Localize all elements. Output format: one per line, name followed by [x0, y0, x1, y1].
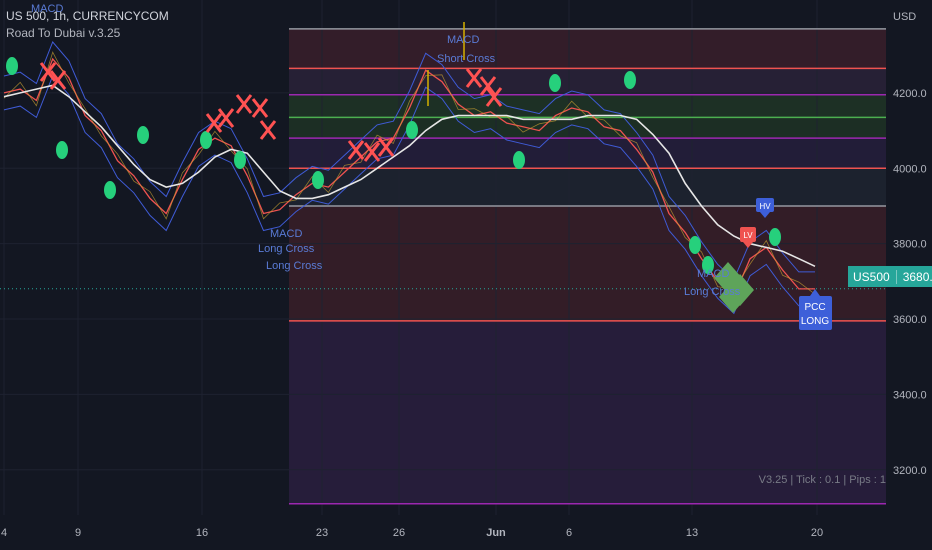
macd-label: MACD — [270, 228, 302, 240]
time-tick-label: 26 — [393, 527, 405, 539]
buy-signal-dot — [56, 141, 68, 159]
time-tick-label: 16 — [196, 527, 208, 539]
price-tag-symbol: US500 — [848, 269, 897, 284]
long-cross-label: Long Cross — [258, 243, 315, 255]
time-tick-label: 13 — [686, 527, 698, 539]
buy-signal-dot — [624, 71, 636, 89]
buy-signal-dot — [137, 126, 149, 144]
level-zone — [289, 168, 886, 206]
buy-signal-dot — [234, 151, 246, 169]
level-zone — [289, 94, 886, 118]
time-tick-label: 6 — [566, 527, 572, 539]
level-zones — [289, 28, 886, 504]
price-tick-label: 3200.0 — [893, 465, 927, 477]
svg-text:HV: HV — [759, 202, 771, 211]
macd-label: MACD — [447, 34, 479, 46]
time-tick-label: 4 — [1, 527, 7, 539]
price-tick-label: 4000.0 — [893, 163, 927, 175]
macd-label: MACD — [697, 268, 729, 280]
buy-signal-dot — [769, 228, 781, 246]
buy-signal-dot — [6, 57, 18, 75]
time-tick-label: Jun — [486, 527, 506, 539]
buy-signal-dot — [513, 151, 525, 169]
time-tick-label: 9 — [75, 527, 81, 539]
time-axis: 4 9 16 23 26 Jun 6 13 20 — [1, 527, 823, 539]
buy-signal-dot — [104, 181, 116, 199]
level-zone — [289, 117, 886, 139]
long-cross-label: Long Cross — [684, 286, 741, 298]
time-tick-label: 23 — [316, 527, 328, 539]
buy-signal-dot — [689, 236, 701, 254]
price-tick-label: 4200.0 — [893, 88, 927, 100]
buy-signal-dot — [406, 121, 418, 139]
indicator-title[interactable]: Road To Dubai v.3.25 — [6, 25, 169, 42]
buy-signal-dot — [200, 131, 212, 149]
svg-text:LV: LV — [743, 231, 753, 240]
chart-legend: US 500, 1h, CURRENCYCOM Road To Dubai v.… — [6, 8, 169, 42]
price-chart[interactable]: 3200.0 3400.0 3600.0 3800.0 4000.0 4200.0 4 9 1… — [0, 0, 932, 550]
currency-unit-label: USD — [893, 11, 917, 23]
buy-signal-dot — [312, 171, 324, 189]
level-zone — [289, 68, 886, 95]
short-cross-label: Short Cross — [437, 53, 496, 65]
svg-text:PCC: PCC — [804, 302, 825, 313]
long-cross-label: Long Cross — [266, 260, 323, 272]
symbol-title[interactable]: US 500, 1h, CURRENCYCOM — [6, 8, 169, 25]
time-tick-label: 20 — [811, 527, 823, 539]
price-tag-value: 3680.5 — [902, 269, 932, 284]
price-tick-label: 3400.0 — [893, 389, 927, 401]
price-tick-label: 3800.0 — [893, 239, 927, 251]
indicator-status-line: V3.25 | Tick : 0.1 | Pips : 1 — [758, 474, 886, 486]
buy-signal-dot — [549, 74, 561, 92]
last-price-tag: US500 3680.5 — [848, 266, 932, 287]
price-tick-label: 3600.0 — [893, 314, 927, 326]
svg-text:LONG: LONG — [801, 316, 830, 327]
level-zone — [289, 28, 886, 69]
